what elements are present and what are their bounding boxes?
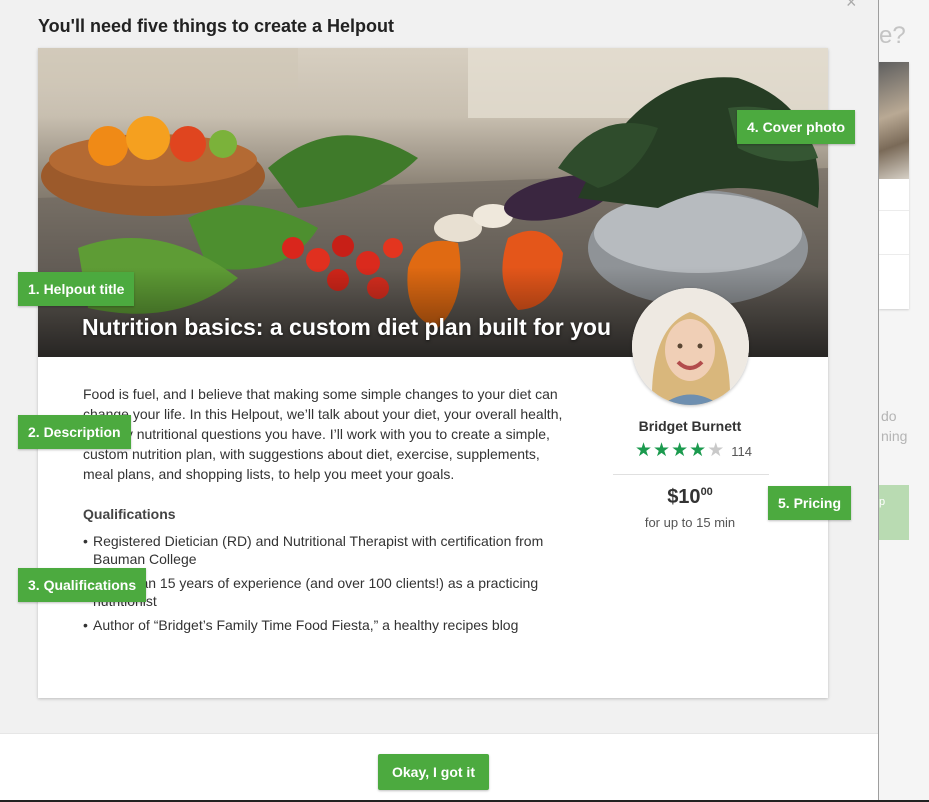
host-divider (613, 474, 769, 475)
background-divider (879, 210, 909, 211)
host-avatar (632, 288, 749, 405)
host-name: Bridget Burnett (638, 418, 742, 434)
price-cents: 00 (700, 486, 713, 498)
okay-got-it-button[interactable]: Okay, I got it (378, 754, 489, 790)
qualification-item: More than 15 years of experience (and ov… (83, 574, 568, 610)
star-icon: ★ (689, 440, 707, 461)
tag-description: 2. Description (18, 415, 131, 449)
star-icon: ★ (653, 440, 671, 461)
star-icon: ★ (707, 440, 725, 461)
review-count: 114 (731, 443, 752, 459)
background-button: p (879, 485, 909, 540)
helpout-title: Nutrition basics: a custom diet plan bui… (82, 314, 612, 340)
background-page: ke? do ning p (878, 0, 929, 802)
host-portrait (632, 288, 749, 405)
tag-pricing: 5. Pricing (768, 486, 852, 520)
tag-qualifications: 3. Qualifications (18, 568, 147, 602)
price-dollars: $10 (667, 486, 701, 508)
background-card-image (879, 62, 909, 179)
star-icon: ★ (671, 440, 689, 461)
background-text: do (881, 408, 897, 424)
rating-stars: ★ ★ ★ ★ ★ 114 (635, 440, 752, 461)
background-text: ning (881, 428, 908, 444)
dialog-footer: Okay, I got it (0, 733, 878, 802)
helpout-preview-card: Nutrition basics: a custom diet plan bui… (38, 48, 828, 698)
price: $1000 (613, 486, 767, 509)
background-heading: ke? (879, 22, 906, 49)
background-button-label: p (879, 496, 886, 508)
qualifications-heading: Qualifications (83, 506, 176, 522)
tag-cover-photo: 4. Cover photo (737, 110, 856, 144)
price-note: for up to 15 min (644, 515, 736, 530)
helpout-description: Food is fuel, and I believe that making … (83, 386, 563, 482)
qualification-item: Registered Dietician (RD) and Nutritiona… (83, 532, 568, 568)
dialog-title: You'll need five things to create a Help… (38, 16, 395, 36)
tag-helpout-title: 1. Helpout title (18, 272, 135, 306)
qualification-item: Author of “Bridget’s Family Time Food Fi… (83, 616, 568, 634)
background-divider (879, 254, 909, 255)
star-icon: ★ (635, 440, 653, 461)
helpout-intro-dialog: × You'll need five things to create a He… (0, 0, 878, 802)
background-card (879, 62, 909, 309)
close-icon[interactable]: × (846, 0, 857, 13)
qualifications-list: Registered Dietician (RD) and Nutritiona… (83, 532, 568, 640)
